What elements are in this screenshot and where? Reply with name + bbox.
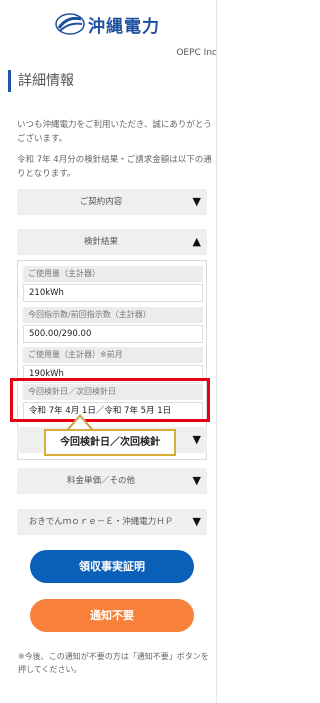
receipt-certificate-button[interactable]: 領収事実証明	[30, 550, 194, 583]
section-title: 詳細情報	[8, 70, 74, 92]
callout-annotation: 今回検針日／次回検針	[44, 429, 176, 456]
app-header: 沖縄電力 OEPC Inc	[0, 0, 217, 62]
accordion-rates[interactable]: 料金単価／その他 ▼	[17, 468, 207, 494]
accordion-links[interactable]: おきでんｍｏｒｅ－Ｅ・沖縄電力ＨＰ ▼	[17, 509, 207, 535]
right-edge-divider	[216, 0, 217, 703]
indication-label: 今回指示数/前回指示数（主計器）	[23, 307, 203, 323]
brand-name: 沖縄電力	[88, 17, 160, 37]
chevron-down-icon: ▼	[192, 195, 201, 208]
chevron-down-icon: ▼	[192, 515, 201, 528]
usage-label: ご使用量（主計器）	[23, 266, 203, 282]
highlight-box	[10, 378, 210, 422]
chevron-down-icon: ▼	[192, 433, 201, 446]
usage-value: 210kWh	[23, 284, 203, 302]
notification-unsubscribe-button[interactable]: 通知不要	[30, 599, 194, 632]
intro-greeting: いつも沖縄電力をご利用いただき、誠にありがとうございます。	[17, 120, 212, 144]
accordion-label: ご契約内容	[79, 197, 123, 207]
accordion-label: 検針結果	[83, 237, 118, 247]
accordion-label: おきでんｍｏｒｅ－Ｅ・沖縄電力ＨＰ	[28, 517, 174, 527]
chevron-down-icon: ▼	[192, 474, 201, 487]
footer-note: ※今後、この通知が不要の方は「通知不要」ボタンを押してください。	[18, 652, 209, 674]
prev-usage-label: ご使用量（主計器）※前月	[23, 347, 203, 363]
indication-value: 500.00/290.00	[23, 325, 203, 343]
okiden-logo-icon	[55, 13, 85, 35]
company-name: OEPC Inc	[176, 48, 217, 58]
chevron-up-icon: ▲	[192, 235, 201, 248]
accordion-label: 料金単価／その他	[66, 476, 135, 486]
accordion-contract[interactable]: ご契約内容 ▼	[17, 189, 207, 215]
intro-summary: 令和 7年 4月分の検針結果・ご請求金額は以下の通りとなります。	[17, 155, 212, 179]
intro-text: いつも沖縄電力をご利用いただき、誠にありがとうございます。 令和 7年 4月分の…	[17, 118, 213, 181]
accordion-meter-reading[interactable]: 検針結果 ▲	[17, 229, 207, 255]
